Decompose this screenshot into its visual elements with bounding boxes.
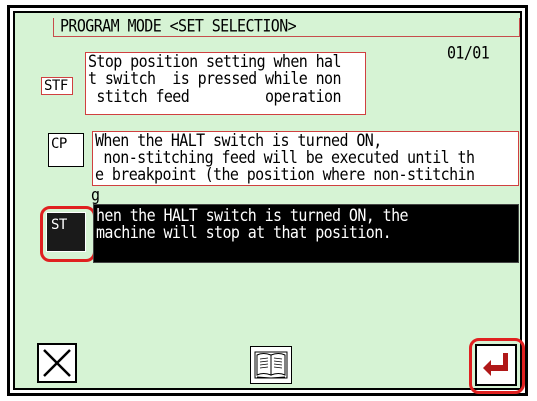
program-mode-screen: PROGRAM MODE <SET SELECTION> 01/01 STF S… [0, 0, 537, 401]
help-button[interactable] [250, 346, 292, 384]
description-line: stitch feed operation [88, 86, 341, 107]
title-bar: PROGRAM MODE <SET SELECTION> [53, 15, 520, 37]
option-code-stf[interactable]: STF [41, 77, 73, 95]
page-indicator: 01/01 [447, 42, 490, 63]
option-description-stf: Stop position setting when hal t switch … [85, 52, 366, 115]
cancel-button[interactable] [37, 343, 77, 383]
close-x-icon [43, 349, 71, 377]
option-description-st: hen the HALT switch is turned ON, the ma… [93, 204, 519, 263]
enter-button[interactable] [475, 344, 517, 386]
description-line: e breakpoint (the position where non-sti… [95, 164, 475, 185]
open-book-icon [254, 351, 288, 379]
option-code-st[interactable]: ST [46, 212, 86, 252]
description-overflow-text: g [91, 184, 100, 205]
option-code-label: CP [51, 136, 67, 152]
enter-arrow-icon [483, 353, 508, 376]
screen-frame: PROGRAM MODE <SET SELECTION> 01/01 STF S… [7, 5, 528, 396]
description-line: machine will stop at that position. [96, 222, 392, 243]
screen-panel-border: PROGRAM MODE <SET SELECTION> 01/01 STF S… [13, 11, 525, 394]
option-description-cp: When the HALT switch is turned ON, non-s… [92, 131, 519, 186]
description-line: t switch is pressed while non [88, 68, 342, 89]
screen-panel: PROGRAM MODE <SET SELECTION> 01/01 STF S… [10, 8, 525, 394]
option-code-label: ST [51, 217, 67, 233]
option-code-label: STF [44, 78, 68, 94]
content-area: PROGRAM MODE <SET SELECTION> 01/01 STF S… [15, 13, 525, 394]
option-code-cp[interactable]: CP [48, 133, 84, 167]
page-title: PROGRAM MODE <SET SELECTION> [60, 15, 297, 36]
